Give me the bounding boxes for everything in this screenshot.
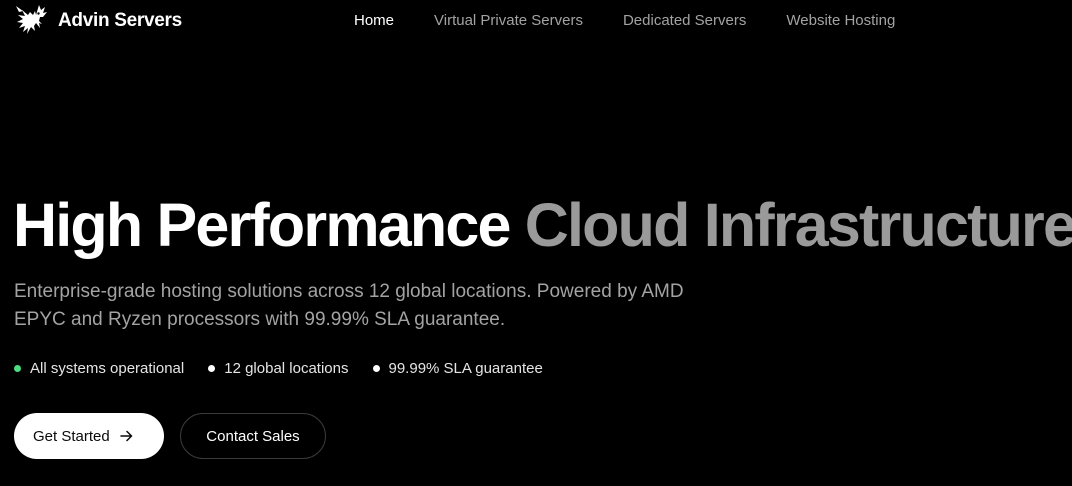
get-started-label: Get Started — [33, 427, 110, 445]
status-item-sla: 99.99% SLA guarantee — [372, 360, 543, 377]
nav-item-home[interactable]: Home — [354, 12, 394, 29]
arrow-right-icon — [119, 430, 132, 442]
hero-title: High Performance Cloud Infrastructure — [13, 190, 1072, 260]
status-label: 12 global locations — [224, 360, 349, 377]
status-label: 99.99% SLA guarantee — [388, 360, 543, 377]
status-dot-green — [14, 365, 21, 372]
nav-item-virtual-private-servers[interactable]: Virtual Private Servers — [434, 12, 583, 29]
hero-title-primary: High Performance — [13, 191, 511, 259]
hero-title-secondary: Cloud Infrastructure — [524, 191, 1072, 259]
status-item-locations: 12 global locations — [208, 360, 349, 377]
get-started-button[interactable]: Get Started — [14, 413, 164, 459]
eagle-icon — [16, 5, 47, 34]
status-item-operational: All systems operational — [14, 360, 184, 377]
brand-link[interactable]: Advin Servers — [14, 4, 182, 38]
hero-description: Enterprise-grade hosting solutions acros… — [14, 281, 684, 330]
status-label: All systems operational — [30, 360, 185, 377]
nav-item-dedicated-servers[interactable]: Dedicated Servers — [623, 12, 746, 29]
contact-sales-label: Contact Sales — [206, 427, 300, 445]
page: Advin Servers Home Virtual Private Serve… — [0, 0, 1072, 486]
status-row: All systems operational 12 global locati… — [14, 360, 543, 377]
contact-sales-button[interactable]: Contact Sales — [180, 413, 326, 459]
status-dot — [372, 365, 380, 372]
main-nav: Home Virtual Private Servers Dedicated S… — [354, 12, 895, 29]
brand-name: Advin Servers — [58, 10, 182, 31]
site-header: Advin Servers Home Virtual Private Serve… — [0, 0, 1072, 44]
status-dot — [208, 365, 216, 372]
nav-item-website-hosting[interactable]: Website Hosting — [786, 12, 895, 29]
